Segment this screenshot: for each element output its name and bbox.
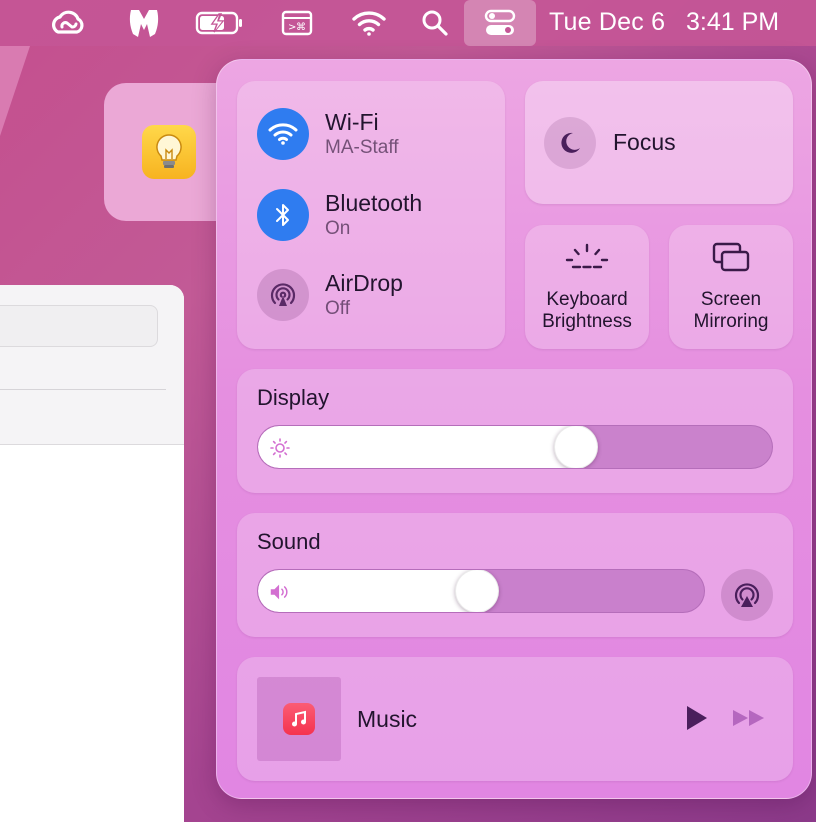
keyboard-brightness-label-line1: Keyboard (546, 289, 628, 310)
display-module: Display (237, 369, 793, 493)
fast-forward-button[interactable] (729, 703, 769, 733)
desktop-window-edge (0, 46, 30, 136)
menu-bar-time[interactable]: 3:41 PM (686, 8, 779, 37)
screen-mirroring-module[interactable]: Screen Mirroring (669, 225, 793, 349)
play-button[interactable] (681, 703, 711, 733)
speaker-volume-icon (268, 580, 292, 604)
control-center-icon[interactable] (464, 0, 536, 46)
now-playing-title: Music (357, 706, 418, 732)
window-search-field[interactable] (0, 305, 158, 347)
malwarebytes-icon[interactable] (124, 7, 164, 39)
airdrop-icon (270, 283, 296, 306)
sun-icon (268, 436, 292, 460)
bluetooth-title: Bluetooth (325, 189, 423, 216)
window-toolbar (0, 285, 184, 445)
display-title: Display (257, 385, 330, 410)
tips-lightbulb-icon[interactable] (142, 125, 196, 179)
airplay-audio-button[interactable] (721, 569, 773, 621)
airdrop-toggle[interactable]: AirDrop Off (257, 268, 497, 322)
display-brightness-slider[interactable] (257, 425, 773, 469)
bluetooth-toggle-button[interactable] (257, 189, 309, 241)
focus-button[interactable] (544, 117, 596, 169)
creative-cloud-icon[interactable] (47, 7, 87, 39)
background-app-window (0, 285, 184, 822)
sound-volume-slider[interactable] (257, 569, 705, 613)
control-center-panel: Wi-Fi MA-Staff Bluetooth On AirDrop Off … (216, 59, 812, 799)
airdrop-toggle-button[interactable] (257, 269, 309, 321)
keyboard-brightness-module[interactable]: Keyboard Brightness (525, 225, 649, 349)
bluetooth-icon (276, 204, 289, 226)
music-app-icon (283, 703, 315, 735)
focus-module[interactable]: Focus (525, 81, 793, 204)
keyboard-brightness-icon (565, 243, 609, 269)
sound-title: Sound (257, 529, 321, 554)
display-slider-knob[interactable] (554, 426, 598, 468)
keyboard-brightness-label: Keyboard Brightness (525, 289, 649, 333)
sound-slider-knob[interactable] (455, 570, 499, 612)
wifi-icon (268, 123, 298, 145)
keyboard-viewer-icon[interactable]: > ⌘ (277, 7, 317, 39)
wifi-toggle-button[interactable] (257, 108, 309, 160)
svg-text:⌘: ⌘ (296, 22, 306, 33)
moon-icon (561, 132, 580, 153)
battery-charging-icon[interactable] (194, 7, 246, 39)
wifi-toggle[interactable]: Wi-Fi MA-Staff (257, 107, 497, 161)
screen-mirroring-label: Screen Mirroring (669, 289, 793, 333)
spotlight-search-icon[interactable] (415, 7, 455, 39)
menu-bar-date[interactable]: Tue Dec 6 (549, 8, 665, 37)
wifi-network-name: MA-Staff (325, 136, 399, 158)
sound-module: Sound (237, 513, 793, 637)
display-slider-fill (258, 426, 576, 468)
connectivity-module: Wi-Fi MA-Staff Bluetooth On AirDrop Off (237, 81, 505, 349)
wifi-title: Wi-Fi (325, 108, 379, 135)
play-icon (687, 706, 707, 730)
fast-forward-icon (733, 710, 764, 726)
keyboard-brightness-label-line2: Brightness (542, 311, 632, 332)
bluetooth-toggle[interactable]: Bluetooth On (257, 188, 497, 242)
screen-mirroring-icon (712, 242, 750, 272)
airdrop-title: AirDrop (325, 269, 403, 296)
focus-label: Focus (613, 129, 676, 155)
album-art[interactable] (257, 677, 341, 761)
wifi-icon[interactable] (349, 7, 389, 39)
bluetooth-status: On (325, 217, 351, 239)
window-divider (0, 389, 166, 390)
now-playing-module[interactable]: Music (237, 657, 793, 781)
airdrop-status: Off (325, 297, 350, 319)
screen-mirroring-label-line1: Screen (700, 289, 762, 310)
menu-bar: > ⌘ Tue Dec 6 3:41 PM (0, 0, 816, 46)
screen-mirroring-label-line2: Mirroring (693, 311, 769, 332)
airplay-audio-icon (734, 583, 760, 607)
